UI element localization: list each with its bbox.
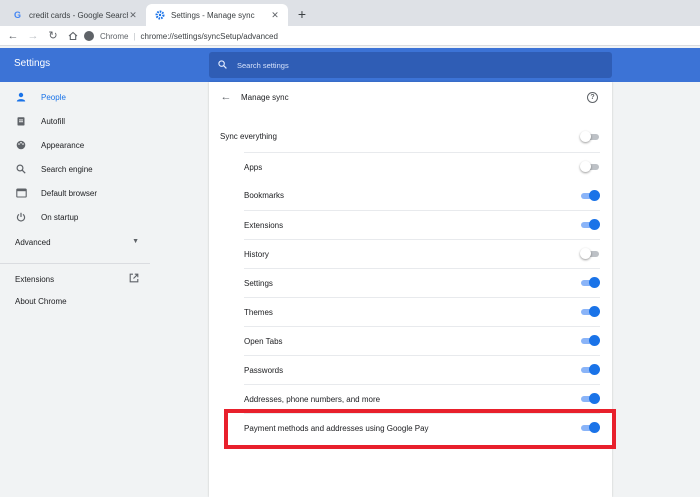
palette-icon: [15, 139, 27, 151]
power-icon: [15, 211, 27, 223]
back-arrow-icon[interactable]: ←: [219, 91, 233, 105]
sync-everything-row[interactable]: Sync everything: [220, 122, 600, 151]
search-icon: [218, 59, 227, 71]
sidebar-item-default-browser[interactable]: Default browser: [0, 182, 150, 204]
sync-row-history[interactable]: History: [244, 239, 600, 268]
sync-row-apps[interactable]: Apps: [244, 152, 600, 181]
sidebar-item-appearance[interactable]: Appearance: [0, 134, 150, 156]
home-icon[interactable]: [63, 26, 83, 46]
row-label: Sync everything: [220, 132, 277, 141]
search-icon: [15, 163, 27, 175]
extensions-label: Extensions: [15, 274, 55, 284]
new-tab-plus-icon[interactable]: +: [294, 6, 310, 22]
reload-icon[interactable]: ↻: [43, 26, 63, 46]
addresses-toggle[interactable]: [580, 393, 600, 405]
sidebar-advanced-toggle[interactable]: Advanced ▼: [15, 238, 139, 247]
settings-toggle[interactable]: [580, 277, 600, 289]
help-icon[interactable]: ?: [587, 92, 598, 103]
sync-row-bookmarks[interactable]: Bookmarks: [244, 181, 600, 210]
row-label: Open Tabs: [244, 336, 283, 346]
sidebar-item-label: People: [41, 92, 66, 102]
sidebar-item-label: Appearance: [41, 140, 85, 150]
row-label: History: [244, 249, 269, 259]
page-title: Settings: [14, 58, 51, 69]
sidebar-item-search-engine[interactable]: Search engine: [0, 158, 150, 180]
sidebar-item-people[interactable]: People: [0, 86, 150, 108]
tab-title: Settings - Manage sync: [171, 10, 255, 20]
themes-toggle[interactable]: [580, 306, 600, 318]
extensions-toggle[interactable]: [580, 219, 600, 231]
caret-down-icon: ▼: [132, 238, 139, 245]
tab-strip: G credit cards - Google Search ✕ Setting…: [0, 0, 700, 26]
site-label: Chrome: [100, 31, 129, 41]
browser-window-icon: [15, 187, 27, 199]
sidebar-item-on-startup[interactable]: On startup: [0, 206, 150, 228]
sidebar-item-label: Autofill: [41, 116, 66, 126]
sync-everything-toggle[interactable]: [580, 130, 600, 143]
sidebar-item-label: Search engine: [41, 164, 93, 174]
back-arrow-icon[interactable]: ←: [3, 26, 23, 46]
sidebar-divider: [0, 263, 150, 264]
sidebar-item-autofill[interactable]: Autofill: [0, 110, 150, 132]
bookmarks-toggle[interactable]: [580, 189, 600, 202]
search-box[interactable]: [209, 52, 612, 78]
sync-row-settings[interactable]: Settings: [244, 268, 600, 297]
address-bar[interactable]: Chrome | chrome://settings/syncSetup/adv…: [84, 28, 696, 44]
row-label: Themes: [244, 307, 273, 317]
advanced-label: Advanced: [15, 238, 51, 247]
tab-settings[interactable]: Settings - Manage sync ✕: [146, 4, 288, 26]
history-toggle[interactable]: [580, 248, 600, 260]
row-label: Passwords: [244, 365, 284, 375]
apps-toggle[interactable]: [580, 161, 600, 173]
row-label: Bookmarks: [244, 191, 285, 200]
sync-row-open-tabs[interactable]: Open Tabs: [244, 326, 600, 355]
person-icon: [15, 91, 27, 103]
sidebar-item-label: Default browser: [41, 188, 98, 198]
row-label: Apps: [244, 162, 263, 172]
tab-google-search[interactable]: G credit cards - Google Search ✕: [4, 4, 146, 26]
row-label: Extensions: [244, 220, 284, 230]
close-icon[interactable]: ✕: [128, 10, 138, 21]
close-icon[interactable]: ✕: [270, 10, 280, 21]
browser-toolbar: ← → ↻ Chrome | chrome://settings/syncSet…: [0, 26, 700, 46]
sidebar-item-extensions[interactable]: Extensions: [15, 273, 139, 285]
sync-row-themes[interactable]: Themes: [244, 297, 600, 326]
row-label: Settings: [244, 278, 273, 288]
sidebar: People Autofill Appearance Search engine…: [0, 82, 150, 497]
open-in-new-icon: [129, 273, 139, 285]
sidebar-item-about-chrome[interactable]: About Chrome: [15, 297, 67, 306]
section-title: Manage sync: [241, 93, 289, 102]
sidebar-item-label: On startup: [41, 212, 79, 222]
forward-arrow-icon[interactable]: →: [23, 26, 43, 46]
chrome-logo-icon: [84, 31, 94, 41]
sync-row-passwords[interactable]: Passwords: [244, 355, 600, 384]
settings-gear-icon: [154, 10, 165, 21]
open-tabs-toggle[interactable]: [580, 335, 600, 347]
row-label: Addresses, phone numbers, and more: [244, 394, 381, 404]
passwords-toggle[interactable]: [580, 364, 600, 376]
sync-row-extensions[interactable]: Extensions: [244, 210, 600, 239]
separator: |: [133, 31, 136, 41]
search-input[interactable]: [237, 60, 597, 70]
url-text: chrome://settings/syncSetup/advanced: [140, 31, 278, 41]
highlight-box: [224, 409, 616, 449]
google-g-icon: G: [13, 10, 21, 20]
settings-header: Settings: [0, 48, 700, 82]
tab-title: credit cards - Google Search: [29, 10, 128, 20]
clipboard-icon: [15, 115, 27, 127]
